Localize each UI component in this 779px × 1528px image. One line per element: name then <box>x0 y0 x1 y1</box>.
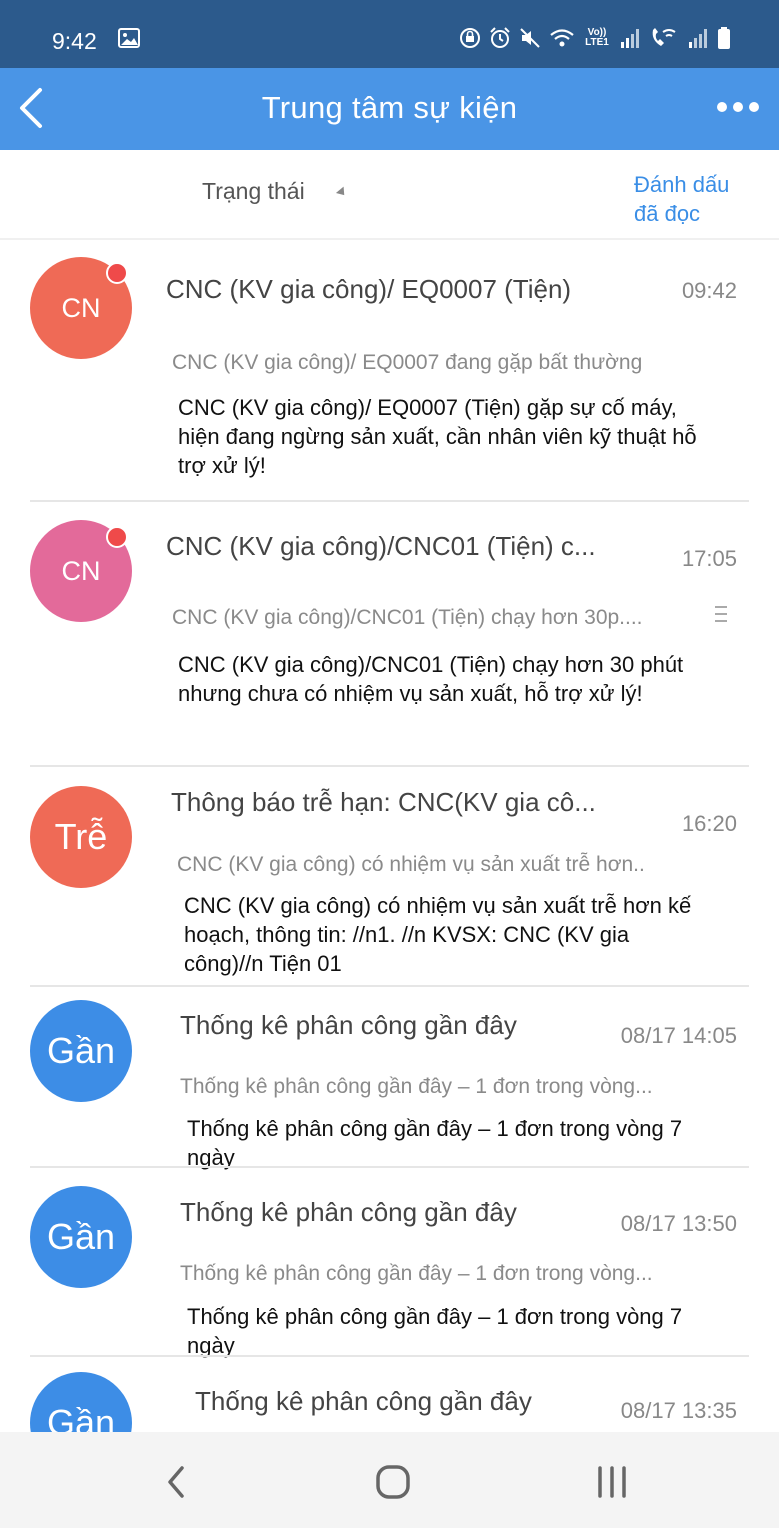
event-title: CNC (KV gia công)/CNC01 (Tiện) c... <box>166 531 596 561</box>
lte-label: Vo)) LTE1 <box>585 27 609 48</box>
event-body: CNC (KV gia công) có nhiệm vụ sản xuất t… <box>184 893 692 976</box>
status-time: 9:42 <box>52 28 97 54</box>
event-title: Thông báo trễ hạn: CNC(KV gia cô... <box>171 787 596 817</box>
event-time: 09:42 <box>681 278 737 303</box>
home-nav-icon[interactable] <box>373 1462 413 1502</box>
event-subtitle: Thống kê phân công gần đây – 1 đơn trong… <box>180 1075 653 1098</box>
wifi-icon <box>550 29 574 47</box>
event-body: Thống kê phân công gần đây – 1 đơn trong… <box>187 1116 683 1170</box>
event-time: 08/17 14:05 <box>620 1023 737 1048</box>
avatar: Gần <box>30 1186 132 1288</box>
event-item[interactable]: Trễ Thông báo trễ hạn: CNC(KV gia cô... … <box>0 766 779 987</box>
event-title: CNC (KV gia công)/ EQ0007 (Tiện) <box>166 274 572 304</box>
event-title: Thống kê phân công gần đây <box>195 1386 532 1416</box>
event-title: Thống kê phân công gần đây <box>180 1010 517 1040</box>
more-options-icon[interactable] <box>717 98 761 116</box>
avatar-text: Trễ <box>54 816 108 857</box>
event-time: 08/17 13:35 <box>620 1398 737 1423</box>
wifi-call-icon <box>652 28 676 46</box>
unread-dot <box>106 526 128 548</box>
page-title: Trung tâm sự kiện <box>261 90 518 125</box>
event-item[interactable]: Gần Thống kê phân công gần đây 08/17 13:… <box>0 1356 779 1432</box>
avatar: Trễ <box>30 786 132 888</box>
event-subtitle: CNC (KV gia công) có nhiệm vụ sản xuất t… <box>177 853 645 876</box>
filter-bar: Trạng thái Đánh dấu đã đọc <box>0 150 779 240</box>
event-item[interactable]: CN CNC (KV gia công)/CNC01 (Tiện) c... 1… <box>0 502 779 767</box>
event-subtitle: CNC (KV gia công)/ EQ0007 đang gặp bất t… <box>172 351 643 374</box>
status-icons: Vo)) LTE1 <box>459 24 731 52</box>
event-time: 17:05 <box>681 546 737 571</box>
dropdown-caret-icon <box>335 187 348 199</box>
lock-rotate-icon <box>460 28 480 48</box>
drag-handle-icon[interactable] <box>715 606 727 627</box>
status-bar: 9:42 Vo)) LTE1 <box>0 0 779 68</box>
event-body: CNC (KV gia công)/CNC01 (Tiện) chạy hơn … <box>178 652 684 706</box>
event-time: 08/17 13:50 <box>620 1211 737 1236</box>
unread-dot <box>106 262 128 284</box>
system-nav-bar <box>0 1432 779 1528</box>
status-filter-label: Trạng thái <box>202 178 305 204</box>
event-time: 16:20 <box>681 811 737 836</box>
event-item[interactable]: Gần Thống kê phân công gần đây 08/17 13:… <box>0 1168 779 1358</box>
status-filter-dropdown[interactable]: Trạng thái <box>202 178 348 205</box>
avatar-text: CN <box>61 555 101 586</box>
alarm-icon <box>490 27 510 48</box>
signal-icon-2 <box>689 29 707 48</box>
event-body: Thống kê phân công gần đây – 1 đơn trong… <box>187 1304 683 1358</box>
event-title: Thống kê phân công gần đây <box>180 1197 517 1227</box>
mark-read-line1: Đánh dấu <box>634 172 730 197</box>
avatar-text: Gần <box>46 1402 116 1432</box>
signal-icon <box>621 29 639 48</box>
app-bar: Trung tâm sự kiện <box>0 68 779 150</box>
event-body: CNC (KV gia công)/ EQ0007 (Tiện) gặp sự … <box>178 395 697 478</box>
mute-icon <box>520 28 540 48</box>
avatar: Gần <box>30 1000 132 1102</box>
event-item[interactable]: CN CNC (KV gia công)/ EQ0007 (Tiện) 09:4… <box>0 240 779 502</box>
event-subtitle: Thống kê phân công gần đây – 1 đơn trong… <box>180 1262 653 1285</box>
event-subtitle: CNC (KV gia công)/CNC01 (Tiện) chạy hơn … <box>172 606 643 629</box>
event-item[interactable]: Gần Thống kê phân công gần đây 08/17 14:… <box>0 986 779 1170</box>
gallery-icon <box>118 28 140 48</box>
avatar-text: CN <box>61 292 101 323</box>
mark-all-read-button[interactable]: Đánh dấu đã đọc <box>634 170 754 228</box>
recents-nav-icon[interactable] <box>592 1462 632 1502</box>
avatar-text: Gần <box>46 1030 116 1071</box>
avatar: Gần <box>30 1372 132 1432</box>
avatar-text: Gần <box>46 1216 116 1257</box>
mark-read-line2: đã đọc <box>634 201 701 226</box>
event-list: CN CNC (KV gia công)/ EQ0007 (Tiện) 09:4… <box>0 240 779 1432</box>
battery-icon <box>718 27 730 49</box>
back-nav-icon[interactable] <box>158 1462 198 1502</box>
